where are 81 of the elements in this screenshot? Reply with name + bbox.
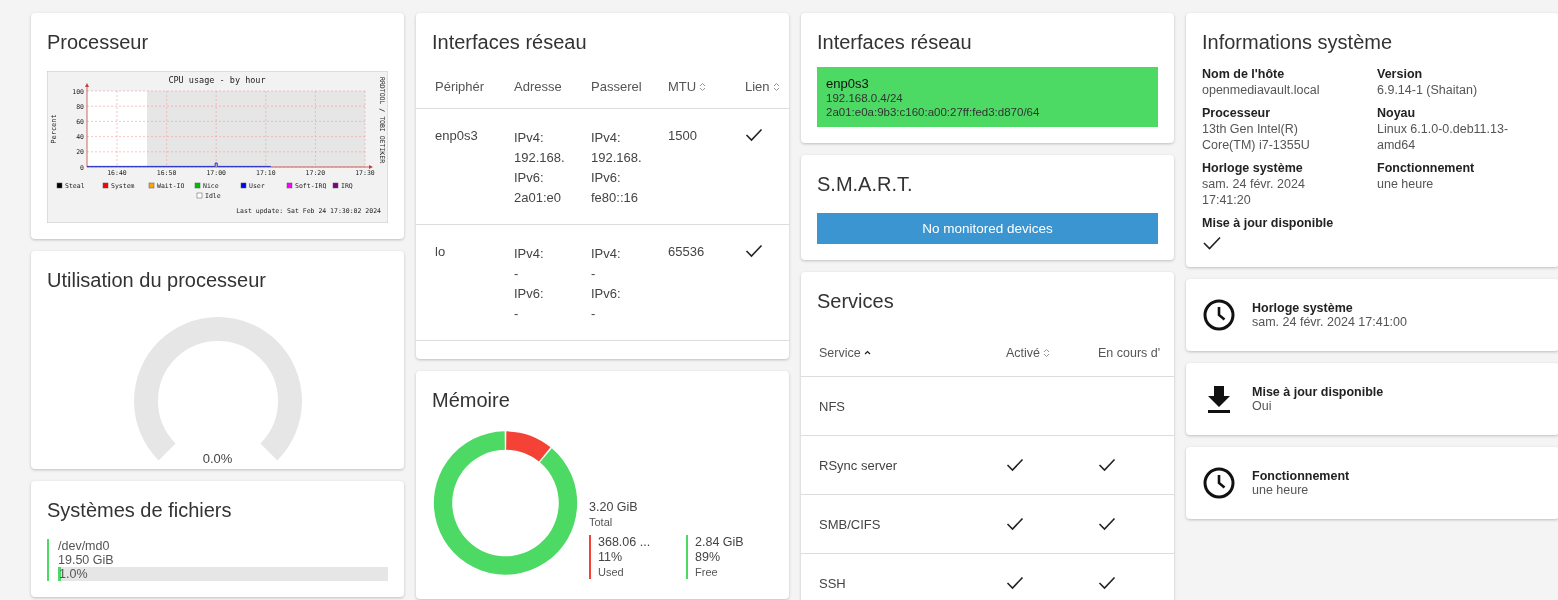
- card-title: S.M.A.R.T.: [817, 173, 914, 196]
- device-name: /dev/md0: [58, 539, 111, 553]
- gauge-reading: 0.0%: [202, 451, 233, 466]
- column-header[interactable]: MTU: [668, 79, 707, 94]
- column-header: Passerel: [591, 79, 642, 94]
- memory-total-label: Total: [589, 515, 614, 529]
- field-label: Processeur: [1202, 106, 1272, 121]
- memory-percent: 89%: [695, 550, 722, 565]
- interface-address: 192.168.0.4/24: [826, 91, 904, 105]
- card-title: Processeur: [47, 31, 150, 54]
- memory-label: Free: [695, 565, 719, 579]
- table-cell-text: IPv6:: [514, 169, 545, 187]
- table-cell-text: IPv4:: [591, 245, 622, 263]
- tile-value: sam. 24 févr. 2024 17:41:00: [1252, 315, 1407, 329]
- table-cell-text: IPv6:: [514, 285, 545, 303]
- tile-label: Mise à jour disponible: [1252, 385, 1384, 399]
- card-title: Informations système: [1202, 31, 1394, 54]
- field-value: Linux 6.1.0-0.deb11.13-amd64: [1377, 121, 1510, 153]
- column-header[interactable]: Lien: [745, 79, 780, 94]
- table-cell: NFS: [819, 398, 845, 414]
- field-label: Mise à jour disponible: [1202, 216, 1335, 231]
- table-cell: lo: [435, 244, 446, 259]
- column-header: En cours d': [1098, 346, 1161, 360]
- info-banner: No monitored devices: [817, 213, 1158, 244]
- sort-icon: [699, 81, 707, 92]
- tile-value: une heure: [1252, 483, 1310, 497]
- tile-value: Oui: [1252, 399, 1273, 413]
- field-label: Horloge système: [1202, 161, 1304, 176]
- column-header: Périphér: [435, 79, 485, 94]
- card-title: Utilisation du processeur: [47, 269, 267, 292]
- sort-icon: [772, 81, 780, 92]
- column-header[interactable]: Activé: [1006, 346, 1051, 360]
- table-cell: SSH: [819, 575, 846, 591]
- field-label: Nom de l'hôte: [1202, 67, 1286, 82]
- field-value: 13th Gen Intel(R) Core(TM) i7-1355U: [1202, 121, 1311, 153]
- table-cell-text: -: [514, 305, 520, 323]
- card-title: Systèmes de fichiers: [47, 499, 233, 522]
- memory-percent: 11%: [598, 550, 624, 565]
- table-cell-text: -: [514, 265, 520, 283]
- table-cell: RSync server: [819, 457, 898, 473]
- clock-icon: [1202, 466, 1236, 500]
- table-cell-text: IPv6:: [591, 169, 622, 187]
- field-label: Version: [1377, 67, 1424, 82]
- table-cell-text: -: [591, 305, 597, 323]
- column-header: Adresse: [514, 79, 562, 94]
- interface-address: 2a01:e0a:9b3:c160:a00:27ff:fed3:d870/64: [826, 105, 1041, 119]
- table-cell: SMB/CIFS: [819, 516, 881, 532]
- memory-total: 3.20 GiB: [589, 500, 639, 515]
- table-cell-text: IPv4:: [514, 245, 545, 263]
- card-title: Interfaces réseau: [817, 31, 973, 54]
- sort-icon: [1043, 348, 1051, 358]
- field-value: sam. 24 févr. 2024 17:41:20: [1202, 176, 1306, 208]
- interface-name: enp0s3: [826, 76, 870, 91]
- column-header[interactable]: Service: [819, 346, 871, 360]
- table-cell-text: 192.168.: [514, 149, 566, 167]
- clock-icon: [1202, 298, 1236, 332]
- device-size: 19.50 GiB: [58, 553, 115, 567]
- field-value: une heure: [1377, 176, 1435, 192]
- memory-label: Used: [598, 565, 625, 579]
- card-title: Interfaces réseau: [432, 31, 588, 54]
- card-title: Mémoire: [432, 389, 511, 412]
- table-cell: enp0s3: [435, 128, 478, 143]
- table-cell-text: 2a01:e0: [514, 189, 562, 207]
- memory-amount: 2.84 GiB: [695, 535, 745, 550]
- table-cell: 65536: [668, 244, 705, 259]
- card-title: Services: [816, 289, 895, 313]
- table-cell-text: fe80::16: [591, 189, 639, 207]
- table-cell-text: IPv6:: [591, 285, 622, 303]
- field-value: openmediavault.local: [1202, 82, 1321, 98]
- tile-label: Fonctionnement: [1252, 469, 1350, 483]
- tile-label: Horloge système: [1252, 301, 1354, 315]
- table-cell-text: IPv4:: [591, 129, 622, 147]
- table-cell-text: -: [591, 265, 597, 283]
- field-label: Fonctionnement: [1377, 161, 1476, 176]
- field-value: 6.9.14-1 (Shaitan): [1377, 82, 1479, 98]
- table-cell-text: IPv4:: [514, 129, 545, 147]
- field-label: Noyau: [1377, 106, 1417, 121]
- table-cell-text: 192.168.: [591, 149, 643, 167]
- graph-title: CPU usage - by hour: [168, 75, 266, 85]
- table-cell: 1500: [668, 128, 697, 143]
- memory-amount: 368.06 ...: [598, 535, 652, 550]
